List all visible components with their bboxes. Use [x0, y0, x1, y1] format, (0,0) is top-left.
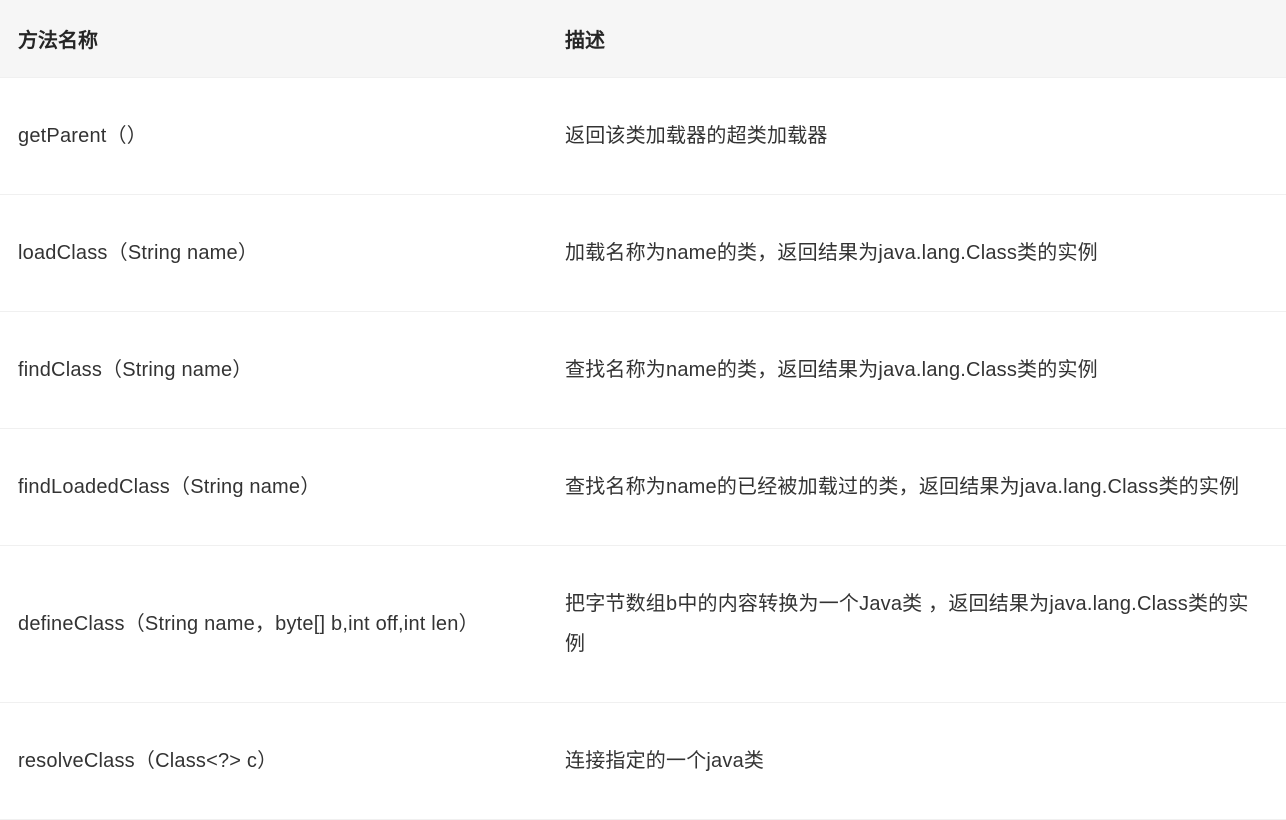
header-row: 方法名称 描述 [0, 0, 1286, 78]
cell-method: resolveClass（Class<?> c） [0, 703, 547, 820]
table-body: getParent（） 返回该类加载器的超类加载器 loadClass（Stri… [0, 78, 1286, 820]
cell-description: 返回该类加载器的超类加载器 [547, 78, 1286, 195]
table-row: resolveClass（Class<?> c） 连接指定的一个java类 [0, 703, 1286, 820]
cell-method: getParent（） [0, 78, 547, 195]
table-header: 方法名称 描述 [0, 0, 1286, 78]
col-header-method: 方法名称 [0, 0, 547, 78]
methods-table: 方法名称 描述 getParent（） 返回该类加载器的超类加载器 loadCl… [0, 0, 1286, 820]
cell-description: 查找名称为name的类，返回结果为java.lang.Class类的实例 [547, 312, 1286, 429]
table-row: loadClass（String name） 加载名称为name的类，返回结果为… [0, 195, 1286, 312]
table-row: findLoadedClass（String name） 查找名称为name的已… [0, 429, 1286, 546]
cell-description: 查找名称为name的已经被加载过的类，返回结果为java.lang.Class类… [547, 429, 1286, 546]
cell-description: 连接指定的一个java类 [547, 703, 1286, 820]
cell-method: findLoadedClass（String name） [0, 429, 547, 546]
cell-method: findClass（String name） [0, 312, 547, 429]
table-row: findClass（String name） 查找名称为name的类，返回结果为… [0, 312, 1286, 429]
cell-method: defineClass（String name，byte[] b,int off… [0, 546, 547, 703]
cell-description: 把字节数组b中的内容转换为一个Java类 ，返回结果为java.lang.Cla… [547, 546, 1286, 703]
col-header-description: 描述 [547, 0, 1286, 78]
cell-description: 加载名称为name的类，返回结果为java.lang.Class类的实例 [547, 195, 1286, 312]
table-row: defineClass（String name，byte[] b,int off… [0, 546, 1286, 703]
table-row: getParent（） 返回该类加载器的超类加载器 [0, 78, 1286, 195]
cell-method: loadClass（String name） [0, 195, 547, 312]
